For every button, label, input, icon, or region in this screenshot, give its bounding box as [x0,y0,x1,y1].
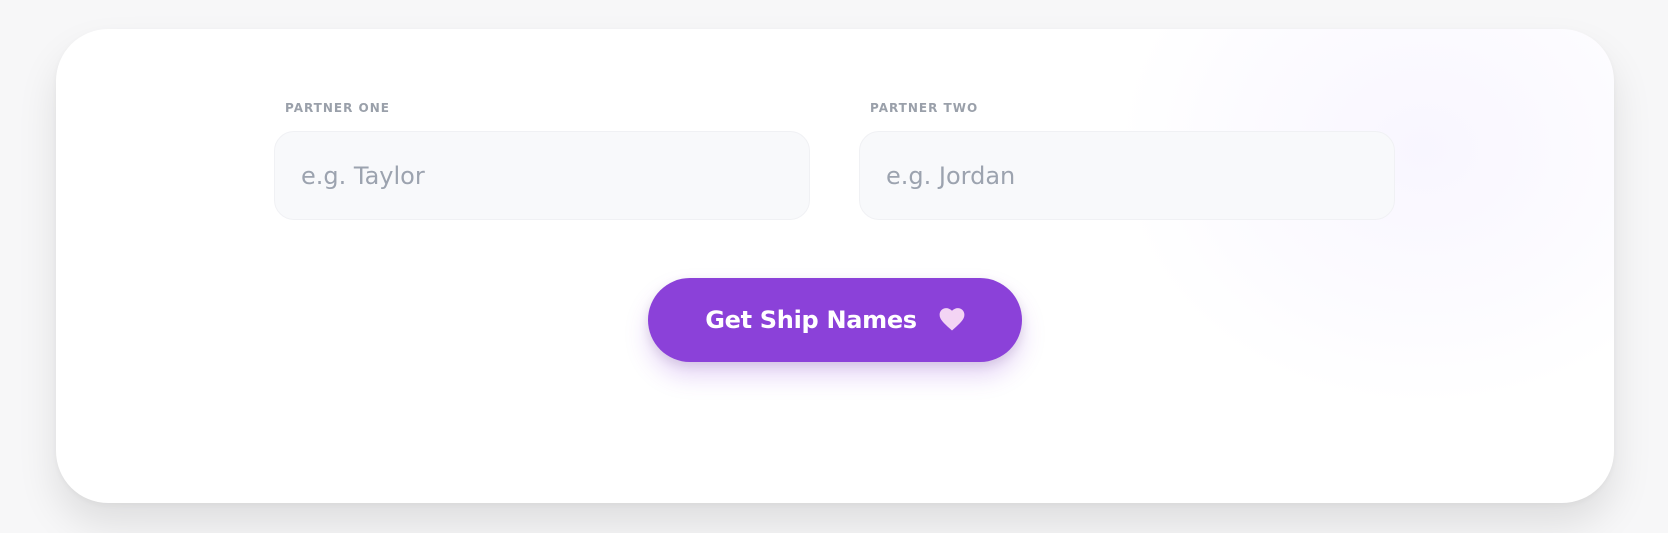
heart-icon [939,308,965,332]
partner-two-field: PARTNER TWO [859,99,1395,220]
partner-one-field: PARTNER ONE [274,99,810,220]
partner-two-input[interactable] [859,131,1395,220]
partner-two-label: PARTNER TWO [870,101,979,115]
get-ship-names-label: Get Ship Names [705,306,917,334]
ship-name-card: PARTNER ONE PARTNER TWO Get Ship Names [56,29,1614,503]
partner-one-label: PARTNER ONE [285,101,390,115]
partner-one-input[interactable] [274,131,810,220]
get-ship-names-button[interactable]: Get Ship Names [648,278,1022,362]
